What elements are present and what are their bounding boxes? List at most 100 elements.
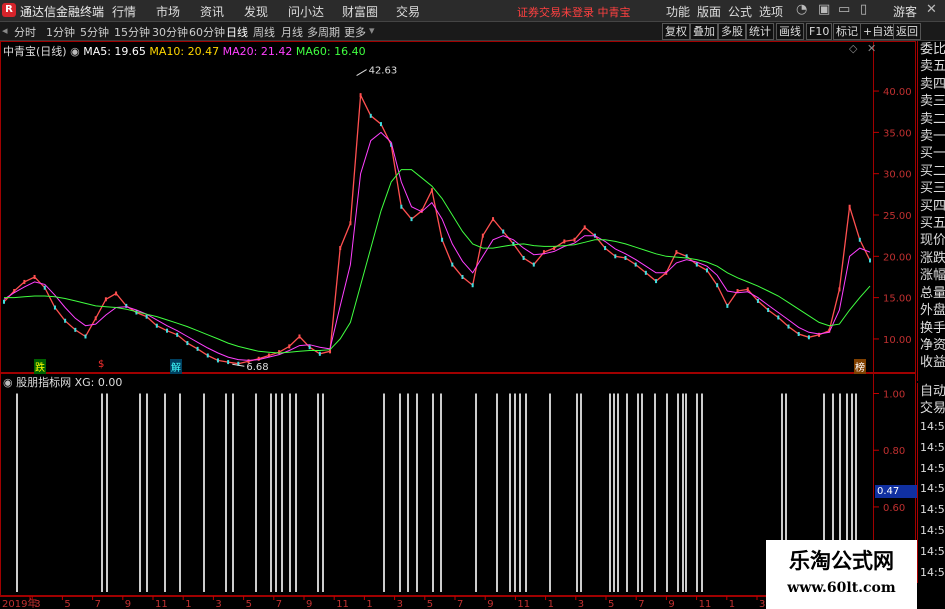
quote-label-turnover[interactable]: 换手 xyxy=(918,320,945,337)
tab-monthly[interactable]: 月线 xyxy=(281,24,303,40)
quote-label-earnings[interactable]: 收益 xyxy=(918,354,945,371)
tab-timeshare[interactable]: 分时 xyxy=(14,24,36,40)
f10-button[interactable]: F10 xyxy=(806,23,833,40)
chart-close-icon[interactable]: ✕ xyxy=(867,42,876,55)
indicator-legend: ◉ 股朋指标网 XG: 0.00 xyxy=(3,374,122,390)
legend-toggle-icon[interactable]: ◉ xyxy=(70,45,80,58)
quote-label-ask1[interactable]: 卖一 xyxy=(918,128,945,145)
price-tick-label: 15.00 xyxy=(883,294,912,305)
date-tick-label: 11 xyxy=(155,599,168,609)
back-button[interactable]: 返回 xyxy=(893,23,921,40)
tab-60min[interactable]: 60分钟 xyxy=(189,24,225,40)
candle-mark xyxy=(33,274,36,279)
candle-mark xyxy=(227,360,230,365)
tab-5min[interactable]: 5分钟 xyxy=(80,24,109,40)
menu-item-wealth[interactable]: 财富圈 xyxy=(342,3,378,20)
stats-button[interactable]: 统计 xyxy=(746,23,774,40)
quote-label-outer[interactable]: 外盘 xyxy=(918,302,945,319)
indicator-bars[interactable] xyxy=(16,393,857,592)
menu-item-market[interactable]: 市场 xyxy=(156,3,180,20)
tab-30min[interactable]: 30分钟 xyxy=(152,24,188,40)
low-label: 6.68 xyxy=(246,362,268,373)
quote-label-ask2[interactable]: 卖二 xyxy=(918,111,945,128)
menu-item-trade[interactable]: 交易 xyxy=(396,3,420,20)
quote-label-bid1[interactable]: 买一 xyxy=(918,145,945,162)
add-watchlist-button[interactable]: +自选 xyxy=(860,23,898,40)
tab-weekly[interactable]: 周线 xyxy=(253,24,275,40)
candle-mark xyxy=(441,237,444,242)
candle-mark xyxy=(288,344,291,349)
quote-label-bid3[interactable]: 买三 xyxy=(918,180,945,197)
candle-mark xyxy=(767,308,770,313)
draw-line-button[interactable]: 画线 xyxy=(776,23,804,40)
collapse-left-icon[interactable]: ◂ xyxy=(2,24,8,37)
quote-label-bid4[interactable]: 买四 xyxy=(918,198,945,215)
quote-label-price[interactable]: 现价 xyxy=(918,232,945,249)
signal-marker-list[interactable]: 榜 xyxy=(854,359,866,374)
candle-mark xyxy=(522,255,525,260)
trade-label[interactable]: 交易 xyxy=(918,400,945,417)
quote-label-bid5[interactable]: 买五 xyxy=(918,215,945,232)
more-dropdown-icon[interactable]: ▾ xyxy=(369,24,375,37)
menu-item-formula[interactable]: 公式 xyxy=(728,3,752,20)
candle-mark xyxy=(359,93,362,98)
close-icon[interactable]: ✕ xyxy=(926,2,937,17)
multi-stock-button[interactable]: 多股 xyxy=(718,23,746,40)
indicator-toggle-icon[interactable]: ◉ xyxy=(3,376,13,389)
user-guest[interactable]: 游客 xyxy=(893,3,917,20)
app-title: 通达信金融终端 xyxy=(20,5,105,19)
help-icon[interactable]: ◔ xyxy=(796,2,807,17)
minimize-icon[interactable]: ▭ xyxy=(838,2,850,17)
restore-icon[interactable]: ▯ xyxy=(860,2,867,17)
candle-mark xyxy=(481,233,484,238)
main-chart-series[interactable] xyxy=(3,92,871,366)
adjust-button[interactable]: 复权 xyxy=(662,23,690,40)
menu-item-options[interactable]: 选项 xyxy=(759,3,783,20)
candle-mark xyxy=(400,204,403,209)
candle-mark xyxy=(695,262,698,267)
menu-item-function[interactable]: 功能 xyxy=(666,3,690,20)
overlay-button[interactable]: 叠加 xyxy=(690,23,718,40)
quote-label-volume[interactable]: 总量 xyxy=(918,285,945,302)
date-tick-label: 3 xyxy=(397,599,403,609)
candle-mark xyxy=(451,262,454,267)
menu-item-news[interactable]: 资讯 xyxy=(200,3,224,20)
candle-mark xyxy=(777,315,780,320)
indicator-xg-value: XG: 0.00 xyxy=(74,376,123,389)
quote-label-change[interactable]: 涨跌 xyxy=(918,250,945,267)
settings-icon[interactable]: ▣ xyxy=(818,2,830,17)
chart-settings-icon[interactable]: ◇ xyxy=(849,42,857,55)
tab-multi-period[interactable]: 多周期 xyxy=(307,24,340,40)
tab-more[interactable]: 更多 xyxy=(344,24,366,40)
tab-daily[interactable]: 日线 xyxy=(226,24,248,40)
menu-item-discover[interactable]: 发现 xyxy=(244,3,268,20)
candle-mark xyxy=(257,356,260,361)
signal-marker-unlock[interactable]: 解 xyxy=(170,359,182,374)
menu-item-ask[interactable]: 问小达 xyxy=(288,3,324,20)
date-tick-label: 7 xyxy=(95,599,101,609)
watermark-title: 乐淘公式网 xyxy=(789,549,894,573)
quote-label-change-pct[interactable]: 涨幅 xyxy=(918,267,945,284)
candle-mark xyxy=(655,279,658,284)
mark-button[interactable]: 标记 xyxy=(833,23,861,40)
app-logo-icon[interactable]: R xyxy=(2,3,16,17)
menu-item-layout[interactable]: 版面 xyxy=(697,3,721,20)
trade-time: 14:56 xyxy=(920,461,945,475)
candle-mark xyxy=(461,274,464,279)
indicator-tick-label: 0.60 xyxy=(883,503,905,514)
series-line-MA20 xyxy=(3,131,871,361)
quote-label-bid2[interactable]: 买二 xyxy=(918,163,945,180)
menu-item-quotes[interactable]: 行情 xyxy=(112,3,136,20)
candle-mark xyxy=(104,297,107,302)
signal-marker-fall[interactable]: 跌 xyxy=(34,359,46,374)
tab-1min[interactable]: 1分钟 xyxy=(46,24,75,40)
signal-marker-dollar[interactable]: $ xyxy=(97,359,105,370)
quote-label-ask3[interactable]: 卖三 xyxy=(918,93,945,110)
quote-label-weibi[interactable]: 委比 xyxy=(918,41,945,58)
auto-label[interactable]: 自动 xyxy=(918,383,945,400)
quote-label-ask5[interactable]: 卖五 xyxy=(918,58,945,75)
quote-label-ask4[interactable]: 卖四 xyxy=(918,76,945,93)
tab-15min[interactable]: 15分钟 xyxy=(114,24,150,40)
quote-label-net-asset[interactable]: 净资 xyxy=(918,337,945,354)
date-tick-label: 3 xyxy=(34,599,40,609)
